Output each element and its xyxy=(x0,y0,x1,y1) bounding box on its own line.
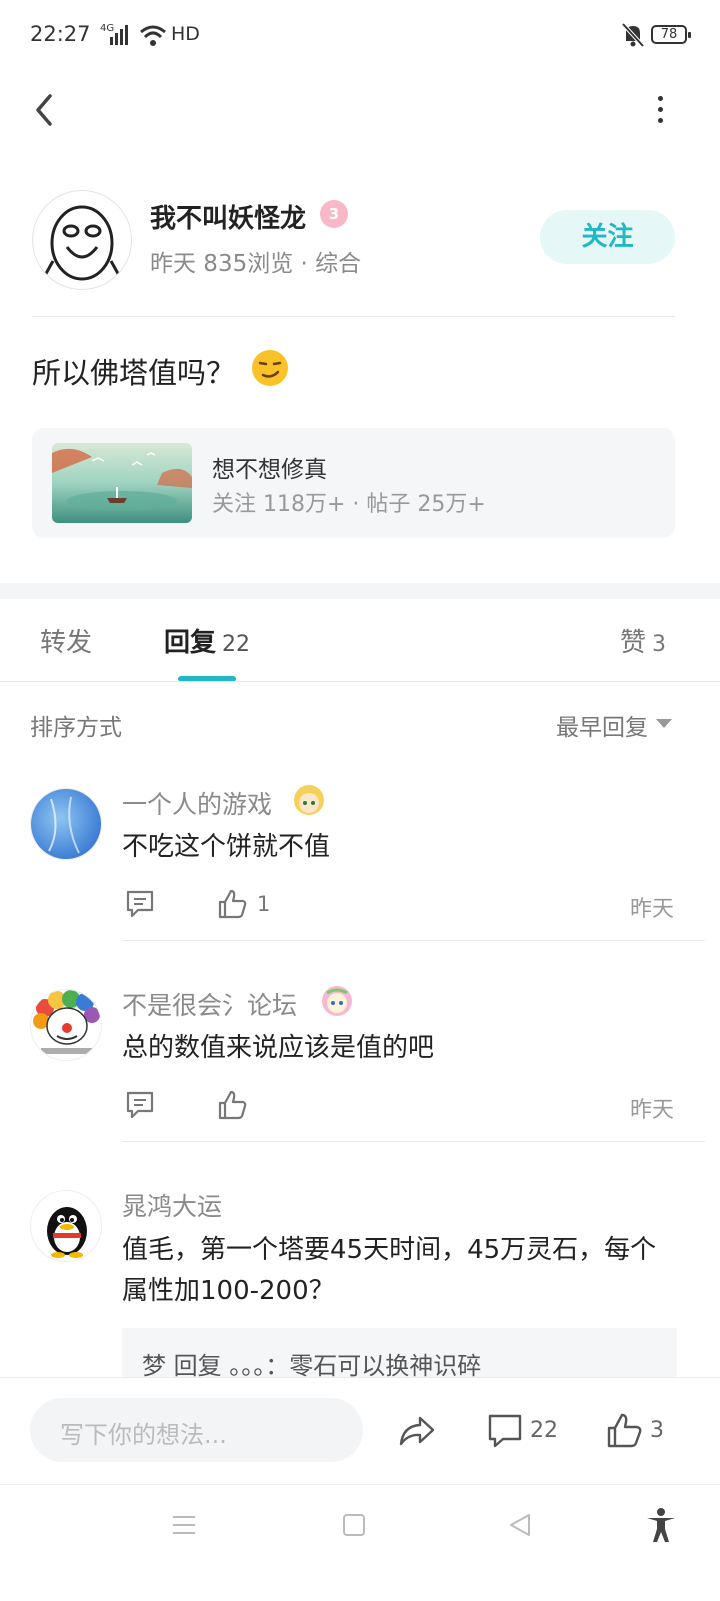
tab-reply-label: 回复 xyxy=(164,628,217,658)
reply-icon[interactable] xyxy=(124,1089,156,1121)
hd-indicator: HD xyxy=(171,23,200,45)
user-level-badge: 3 xyxy=(320,200,348,228)
comment-time: 昨天 xyxy=(630,897,675,922)
comment-icon[interactable] xyxy=(486,1412,524,1450)
commenter-avatar[interactable] xyxy=(30,989,102,1061)
tab-reply[interactable]: 回复 22 xyxy=(164,622,250,659)
comment-text: 值毛，第一个塔要45天时间，45万灵石，每个属性加100-200？ xyxy=(122,1235,657,1306)
tab-like[interactable]: 赞3 xyxy=(620,622,666,659)
section-separator xyxy=(0,583,720,599)
comment-count: 22 xyxy=(530,1418,558,1443)
forum-card[interactable]: 想不想修真 关注 118万+ · 帖子 25万+ xyxy=(32,428,675,538)
more-options-icon[interactable] xyxy=(650,96,670,126)
divider xyxy=(122,1141,705,1142)
home-icon[interactable] xyxy=(340,1511,368,1539)
user-badge-icon xyxy=(322,986,352,1016)
forum-name: 想不想修真 xyxy=(212,457,327,483)
battery-indicator: 78 xyxy=(651,25,691,44)
divider xyxy=(32,316,675,317)
follow-button[interactable]: 关注 xyxy=(540,210,675,264)
commenter-name[interactable]: 不是很会氵论坛 xyxy=(122,986,297,1022)
like-count: 1 xyxy=(257,892,271,916)
reply-icon[interactable] xyxy=(124,888,156,920)
forum-thumbnail xyxy=(52,443,192,523)
mute-bell-icon xyxy=(622,23,644,47)
commenter-avatar[interactable] xyxy=(30,788,102,860)
comment-text: 总的数值来说应该是值的吧 xyxy=(122,1033,435,1063)
thumbs-up-icon[interactable] xyxy=(216,1089,248,1121)
thumbs-up-icon[interactable] xyxy=(605,1412,643,1450)
caret-down-icon[interactable] xyxy=(656,719,672,728)
tab-like-label: 赞 xyxy=(620,628,647,658)
commenter-name[interactable]: 一个人的游戏 xyxy=(122,785,272,821)
system-nav-bar xyxy=(0,1484,720,1601)
thumbs-up-icon[interactable] xyxy=(216,888,248,920)
user-badge-icon xyxy=(294,785,324,815)
post-meta: 昨天 835浏览 · 综合 xyxy=(150,251,362,277)
bottom-action-bar: 写下你的想法... 22 3 xyxy=(0,1377,720,1484)
smirk-emoji-icon xyxy=(252,350,288,386)
divider xyxy=(122,940,705,941)
menu-icon[interactable] xyxy=(170,1511,198,1539)
comment-input[interactable]: 写下你的想法... xyxy=(30,1398,363,1462)
forum-stats: 关注 118万+ · 帖子 25万+ xyxy=(212,492,486,517)
status-bar: 22:27 4G HD 78 xyxy=(0,0,720,72)
tab-repost[interactable]: 转发 xyxy=(40,622,92,659)
accessibility-icon[interactable] xyxy=(644,1507,678,1543)
back-arrow-icon[interactable] xyxy=(28,90,68,130)
divider xyxy=(0,681,720,682)
like-count: 3 xyxy=(650,1418,664,1443)
reply-quote-text: 梦 回复 。。。：零石可以换神识碎 xyxy=(142,1352,482,1380)
sort-dropdown[interactable]: 最早回复 xyxy=(556,708,648,742)
signal-icon xyxy=(110,25,128,45)
author-avatar[interactable] xyxy=(32,190,132,290)
wifi-icon xyxy=(140,25,166,46)
comment-input-placeholder: 写下你的想法... xyxy=(60,1421,227,1449)
sort-label: 排序方式 xyxy=(30,715,122,741)
tab-reply-count: 22 xyxy=(222,632,251,657)
commenter-name[interactable]: 晁鸿大运 xyxy=(122,1187,222,1223)
post-title: 所以佛塔值吗？ xyxy=(32,356,236,390)
comment-text: 不吃这个饼就不值 xyxy=(122,832,331,862)
tab-like-count: 3 xyxy=(652,632,667,657)
status-time: 22:27 xyxy=(30,22,91,46)
back-triangle-icon[interactable] xyxy=(506,1511,534,1539)
author-name[interactable]: 我不叫妖怪龙 xyxy=(150,198,306,235)
comment-time: 昨天 xyxy=(630,1098,675,1123)
share-icon[interactable] xyxy=(398,1412,436,1450)
commenter-avatar[interactable] xyxy=(30,1190,102,1262)
